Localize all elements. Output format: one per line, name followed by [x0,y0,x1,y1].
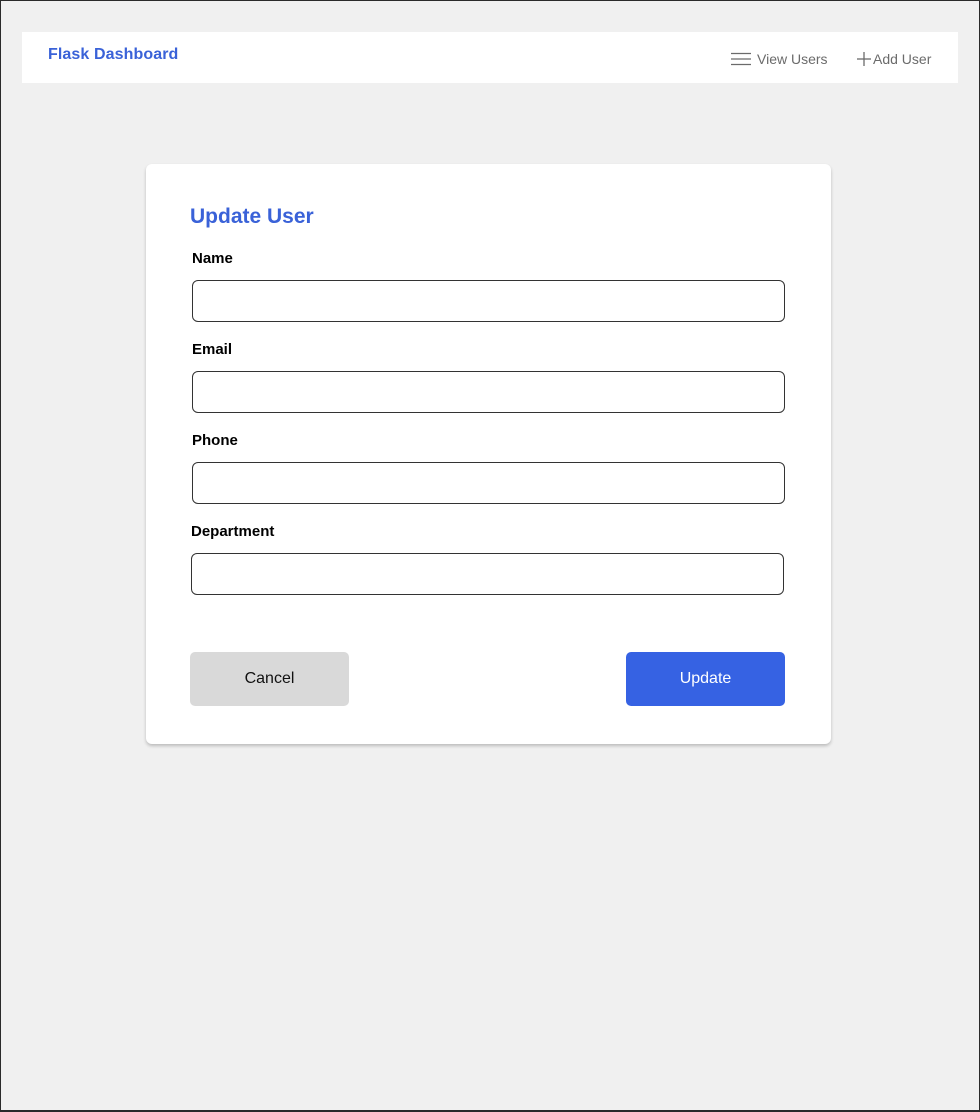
view-users-link[interactable]: View Users [731,51,828,67]
plus-icon [856,51,872,67]
view-users-label: View Users [757,51,828,67]
department-input[interactable] [191,553,784,595]
form-title: Update User [190,205,314,228]
menu-icon [731,52,751,66]
top-navbar: Flask Dashboard View Users Add User [22,32,958,83]
cancel-button[interactable]: Cancel [190,652,349,706]
phone-input[interactable] [192,462,785,504]
department-label: Department [191,523,275,540]
email-label: Email [192,341,233,358]
add-user-label: Add User [873,51,932,67]
app-window: Flask Dashboard View Users Add User Upda… [0,0,980,1112]
email-input[interactable] [192,371,785,413]
brand-title[interactable]: Flask Dashboard [48,46,178,64]
name-label: Name [192,250,233,267]
phone-label: Phone [192,432,238,449]
update-user-form: Update User Name Email Phone Department … [146,164,831,744]
add-user-link[interactable]: Add User [856,51,931,67]
update-button[interactable]: Update [626,652,785,706]
name-input[interactable] [192,280,785,322]
